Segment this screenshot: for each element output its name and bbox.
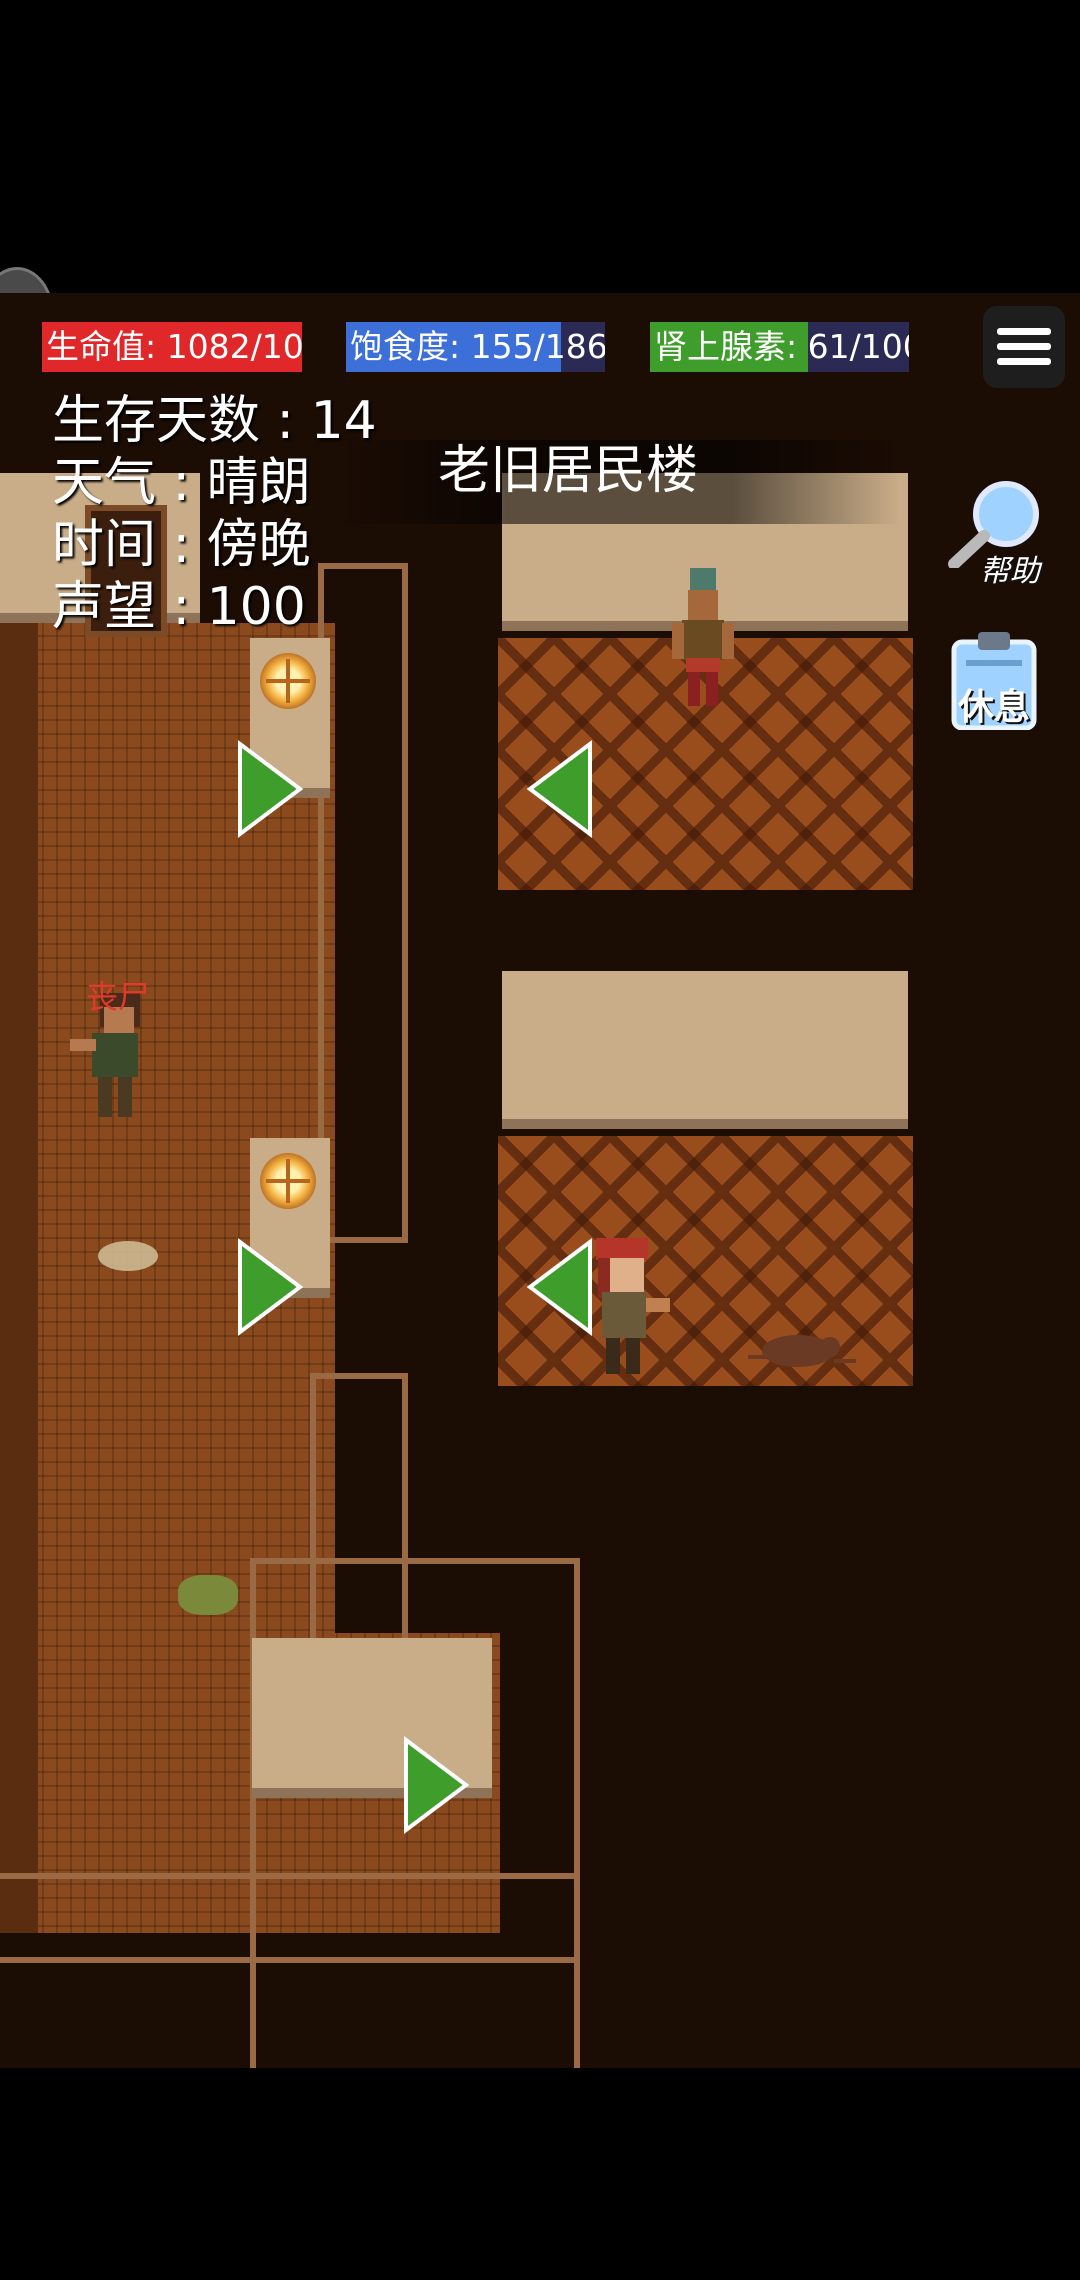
rest-button[interactable]: 休息 [948,630,1040,731]
lamp-icon [260,1153,316,1209]
bones-item[interactable] [98,1241,158,1271]
help-button[interactable]: 帮助 [940,478,1060,589]
hamburger-menu-icon [997,328,1051,335]
lamp-icon [260,653,316,709]
arrow-left-icon[interactable] [526,740,594,838]
room-2-wall [502,971,908,1129]
arrow-right-icon[interactable] [236,1238,304,1336]
adrenaline-text: 肾上腺素: 61/100 [654,327,909,366]
rest-label: 休息 [958,687,1031,728]
hp-text: 生命值: 1082/1082 [46,327,302,366]
arrow-right-icon[interactable] [402,1736,470,1834]
survival-days: 生存天数 : 14 [52,391,377,451]
location-title: 老旧居民楼 [438,441,699,501]
arrow-right-icon[interactable] [236,740,304,838]
adrenaline-bar: 肾上腺素: 61/100 [650,322,909,372]
arrow-left-icon[interactable] [526,1238,594,1336]
help-label: 帮助 [980,554,1040,589]
corridor-wall-base [0,1873,580,1963]
weather: 天气 : 晴朗 [52,453,311,513]
time-of-day: 时间 : 傍晚 [52,515,311,575]
hp-bar: 生命值: 1082/1082 [42,322,302,372]
zombie-name-label: 丧尸 [86,978,151,1016]
corridor-wall-right [318,563,408,1243]
loot-bag-item[interactable] [178,1575,238,1615]
satiety-text: 饱食度: 155/186 [350,327,605,366]
reputation: 声望 : 100 [52,577,306,637]
rat-enemy[interactable] [748,1323,858,1373]
satiety-bar: 饱食度: 155/186 [346,322,605,372]
menu-button[interactable] [983,306,1065,388]
npc-survivor[interactable] [668,568,738,708]
player-character [586,1238,676,1378]
